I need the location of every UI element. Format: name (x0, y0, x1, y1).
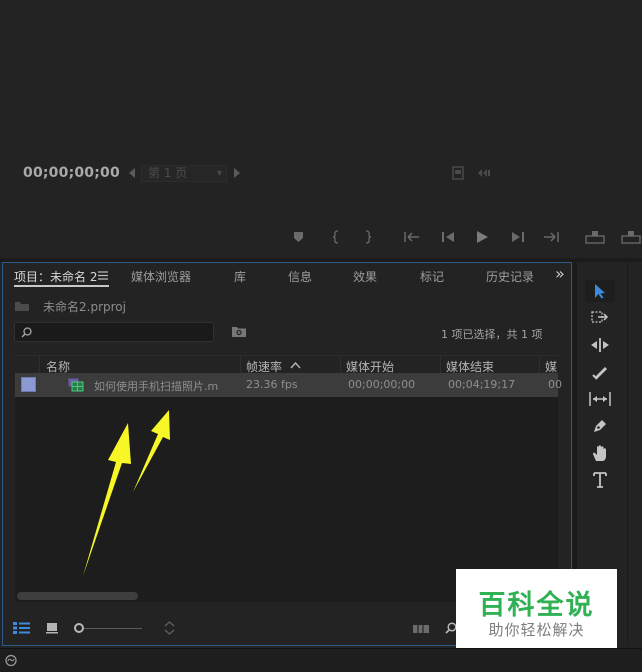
pen-icon (594, 420, 606, 432)
selection-tool-icon (595, 284, 605, 299)
type-tool[interactable] (585, 469, 615, 491)
column-divider[interactable] (340, 356, 341, 374)
playhead-timecode[interactable]: 00;00;00;00 (23, 165, 120, 181)
project-folder-icon (15, 302, 29, 311)
ripple-edit-icon (591, 338, 609, 352)
list-view-icon[interactable] (13, 622, 31, 634)
razor-tool[interactable] (585, 361, 615, 383)
annotation-arrows (83, 410, 170, 576)
zoom-slider-track[interactable] (82, 628, 142, 629)
watermark-title: 百科全说 (478, 590, 595, 621)
clip-media-cut: 00 (548, 378, 562, 391)
clip-media-start: 00;00;00;00 (348, 378, 416, 391)
sequence-clip-icon (68, 378, 84, 392)
tab-media-browser[interactable]: 媒体浏览器 (131, 268, 191, 285)
program-monitor (0, 0, 642, 258)
track-select-tool[interactable] (585, 307, 615, 329)
tab-info[interactable]: 信息 (288, 268, 312, 285)
tab-history[interactable]: 历史记录 (486, 268, 534, 285)
tab-project[interactable]: 项目：未命名 2 (14, 268, 97, 285)
column-divider[interactable] (539, 356, 540, 374)
pen-tool[interactable] (585, 415, 615, 437)
watermark-subtitle: 助你轻松解决 (488, 621, 585, 639)
next-page-icon[interactable] (233, 168, 241, 178)
creative-cloud-sync-icon[interactable] (4, 654, 18, 667)
export-frame-icon[interactable] (452, 166, 464, 180)
search-icon (21, 327, 32, 338)
tab-effects[interactable]: 效果 (353, 268, 377, 285)
watermark-logo: 百科全说 助你轻松解决 (456, 569, 617, 648)
column-divider[interactable] (39, 356, 40, 374)
slip-tool[interactable] (585, 388, 615, 410)
column-divider[interactable] (440, 356, 441, 374)
panel-menu-icon[interactable] (98, 271, 108, 280)
search-input[interactable] (14, 322, 214, 342)
tab-markers[interactable]: 标记 (420, 268, 444, 285)
slip-icon (589, 392, 611, 406)
more-tabs-button[interactable]: » (555, 264, 565, 283)
table-row[interactable]: 如何使用手机扫描照片.m 23.36 fps 00;00;00;00 00;04… (15, 373, 562, 397)
page-selector-value: 第 1 页 (148, 166, 188, 180)
horizontal-scrollbar[interactable] (17, 592, 138, 600)
table-header: 名称 帧速率 媒体开始 媒体结束 媒 (15, 355, 558, 374)
clip-frame-rate: 23.36 fps (246, 378, 298, 391)
sort-ascending-icon[interactable] (290, 362, 301, 369)
settings-wrench-icon[interactable] (477, 168, 491, 178)
column-divider[interactable] (240, 356, 241, 374)
add-marker-icon[interactable] (293, 231, 304, 243)
extract-icon[interactable] (621, 230, 641, 244)
mark-out-icon[interactable] (364, 230, 372, 244)
prev-page-icon[interactable] (128, 168, 136, 178)
find-icon[interactable] (231, 325, 247, 338)
mark-in-icon[interactable] (332, 230, 340, 244)
clip-name[interactable]: 如何使用手机扫描照片.m (94, 378, 218, 394)
tab-libraries[interactable]: 库 (234, 268, 246, 285)
ripple-edit-tool[interactable] (585, 334, 615, 356)
icon-view-icon[interactable] (46, 622, 58, 634)
timeline-panel-edge (627, 262, 642, 646)
step-forward-icon[interactable] (511, 231, 525, 243)
automate-to-sequence-icon[interactable] (413, 624, 429, 634)
hand-tool[interactable] (585, 442, 615, 464)
selection-tool[interactable] (585, 280, 615, 302)
active-tab-indicator (14, 285, 109, 287)
project-file-name: 未命名2.prproj (43, 300, 126, 314)
clip-media-end: 00;04;19;17 (448, 378, 516, 391)
go-to-out-icon[interactable] (543, 231, 559, 243)
annotation-arrow-left (83, 423, 131, 576)
track-select-icon (591, 311, 609, 323)
hand-icon (593, 445, 606, 461)
zoom-slider-thumb[interactable] (74, 623, 84, 633)
go-to-in-icon[interactable] (404, 231, 420, 243)
lift-icon[interactable] (585, 230, 605, 244)
page-selector[interactable]: 第 1 页 ▾ (141, 165, 227, 182)
play-icon[interactable] (476, 230, 489, 244)
sort-icons-icon[interactable] (164, 621, 175, 635)
chevron-down-icon: ▾ (216, 168, 222, 179)
annotation-arrow-right (133, 410, 170, 492)
label-color-swatch[interactable] (21, 377, 36, 392)
type-icon (593, 472, 607, 488)
step-back-icon[interactable] (441, 231, 455, 243)
status-bar (0, 648, 642, 672)
razor-icon (592, 367, 607, 380)
selection-status: 1 项已选择，共 1 项 (441, 328, 543, 341)
